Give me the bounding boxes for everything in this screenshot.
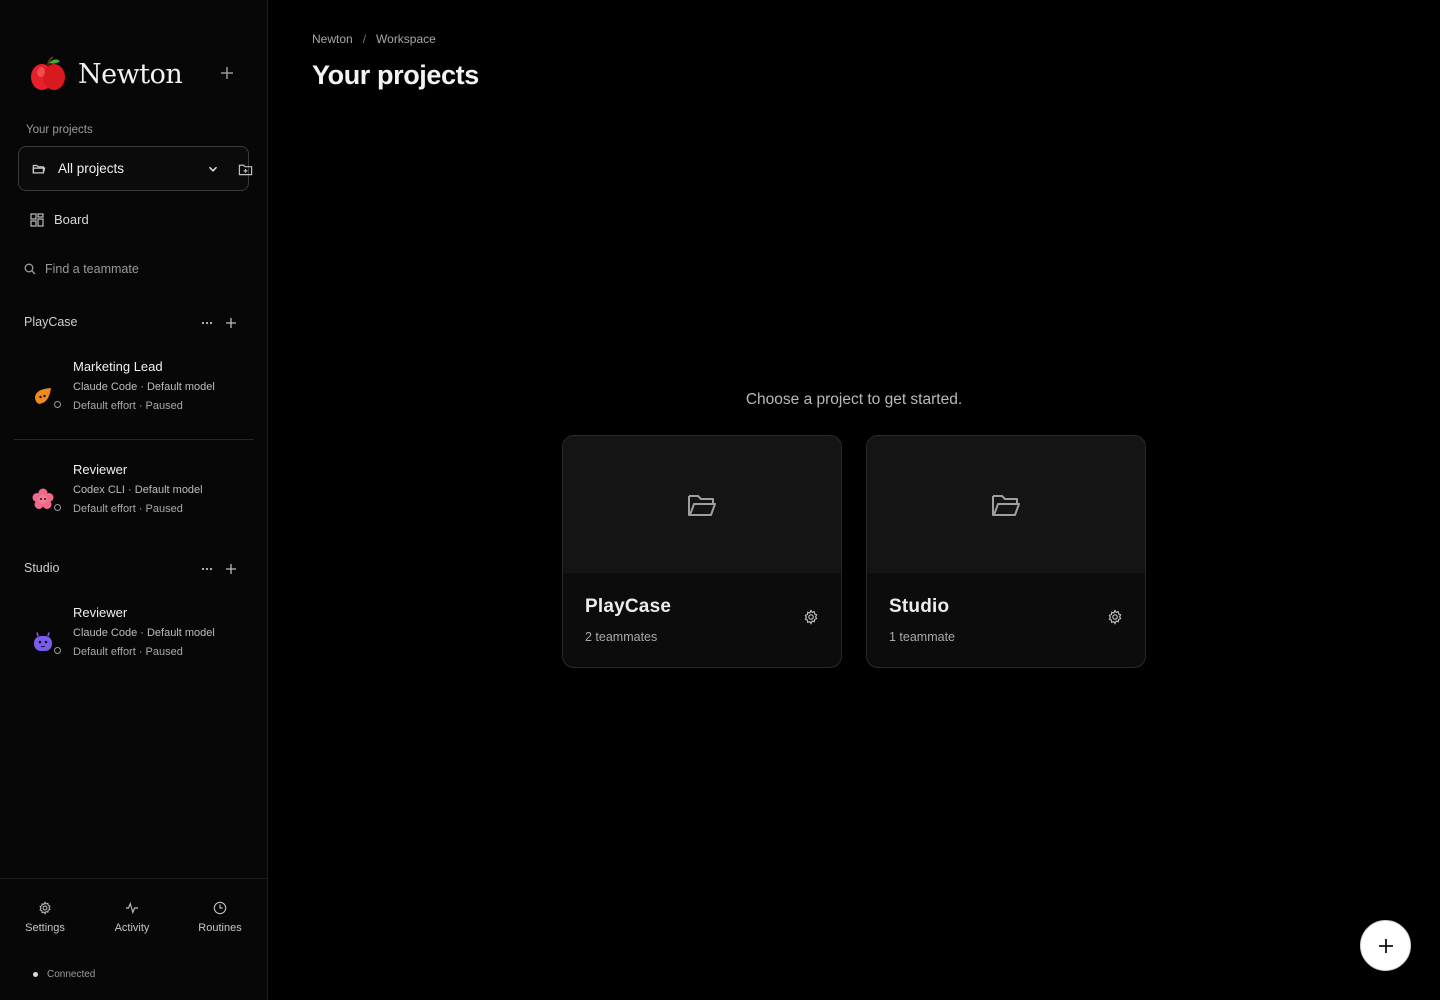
add-icon[interactable]: [224, 562, 238, 576]
project-card-studio[interactable]: Studio 1 teammate: [866, 435, 1146, 668]
orange-leaf-avatar-icon: [35, 388, 51, 404]
project-name: Studio: [889, 596, 950, 617]
teammate-name: Marketing Lead: [73, 359, 163, 374]
project-thumbnail: [563, 436, 841, 573]
divider: [14, 439, 254, 440]
status-dot: [54, 504, 61, 511]
status-dot: [33, 972, 38, 977]
group-header-studio: Studio: [24, 559, 244, 579]
gear-icon[interactable]: [803, 609, 819, 625]
project-select-value: All projects: [58, 161, 125, 176]
breadcrumb: Newton / Workspace: [312, 32, 436, 46]
settings-button[interactable]: Settings: [10, 901, 80, 934]
connection-status: Connected: [24, 969, 95, 980]
folder-open-icon: [992, 495, 1020, 516]
apple-logo-icon: [31, 56, 65, 90]
breadcrumb-separator: /: [362, 32, 367, 46]
teammate-meta: Claude Code · Default model: [73, 381, 215, 393]
search-input[interactable]: [45, 262, 245, 276]
add-icon[interactable]: [218, 64, 236, 82]
sidebar-footer: Settings Activity Routines Connected: [0, 878, 267, 1000]
pink-flower-avatar-icon: [32, 488, 54, 509]
teammate-meta: Claude Code · Default model: [73, 627, 215, 639]
activity-label: Activity: [114, 922, 150, 934]
more-icon[interactable]: [200, 562, 214, 576]
status-dot: [54, 647, 61, 654]
routines-label: Routines: [198, 922, 242, 934]
grid-icon: [30, 212, 44, 227]
group-name: Studio: [24, 561, 60, 575]
teammate-search: [24, 262, 245, 276]
project-name: PlayCase: [585, 596, 672, 617]
brand-name: Newton: [78, 58, 183, 90]
teammate-name: Reviewer: [73, 462, 128, 477]
project-card-playcase[interactable]: PlayCase 2 teammates: [562, 435, 842, 668]
activity-icon: [125, 901, 139, 915]
status-text: Connected: [47, 969, 96, 980]
teammate-status: Default effort · Paused: [73, 646, 183, 658]
routines-button[interactable]: Routines: [185, 901, 255, 934]
teammate-item[interactable]: Reviewer Codex CLI · Default model Defau…: [14, 462, 254, 542]
project-thumbnail: [867, 436, 1145, 573]
teammate-status: Default effort · Paused: [73, 400, 183, 412]
group-name: PlayCase: [24, 315, 78, 329]
gear-icon[interactable]: [1107, 609, 1123, 625]
teammate-name: Reviewer: [73, 605, 128, 620]
teammate-item[interactable]: Marketing Lead Claude Code · Default mod…: [14, 359, 254, 439]
plus-icon: [1379, 939, 1393, 953]
add-fab-button[interactable]: [1360, 920, 1411, 971]
search-icon: [24, 263, 36, 275]
breadcrumb-item[interactable]: Newton: [312, 32, 353, 46]
folder-icon: [32, 164, 46, 174]
brand[interactable]: Newton: [28, 54, 183, 94]
teammate-status: Default effort · Paused: [73, 503, 183, 515]
section-caption: Your projects: [26, 124, 93, 136]
clock-icon: [213, 901, 227, 915]
group-header-playcase: PlayCase: [24, 313, 244, 333]
page-title: Your projects: [312, 60, 479, 90]
add-icon[interactable]: [224, 316, 238, 330]
project-teammate-count: 1 teammate: [889, 630, 956, 644]
activity-button[interactable]: Activity: [97, 901, 167, 934]
sidebar: Newton Your projects All projects Board …: [0, 0, 268, 1000]
chevron-down-icon[interactable]: [206, 162, 220, 176]
empty-state-prompt: Choose a project to get started.: [745, 391, 963, 408]
teammate-item[interactable]: Reviewer Claude Code · Default model Def…: [14, 605, 254, 685]
new-folder-icon[interactable]: [238, 162, 253, 177]
sidebar-item-board[interactable]: Board: [30, 212, 89, 227]
folder-open-icon: [688, 495, 716, 516]
more-icon[interactable]: [200, 316, 214, 330]
gear-icon: [39, 901, 51, 915]
status-dot: [54, 401, 61, 408]
project-select[interactable]: All projects: [18, 146, 253, 191]
purple-robot-avatar-icon: [34, 632, 52, 651]
breadcrumb-item[interactable]: Workspace: [376, 32, 436, 46]
project-teammate-count: 2 teammates: [585, 630, 658, 644]
teammate-meta: Codex CLI · Default model: [73, 484, 203, 496]
settings-label: Settings: [25, 922, 65, 934]
sidebar-item-label: Board: [54, 212, 89, 227]
